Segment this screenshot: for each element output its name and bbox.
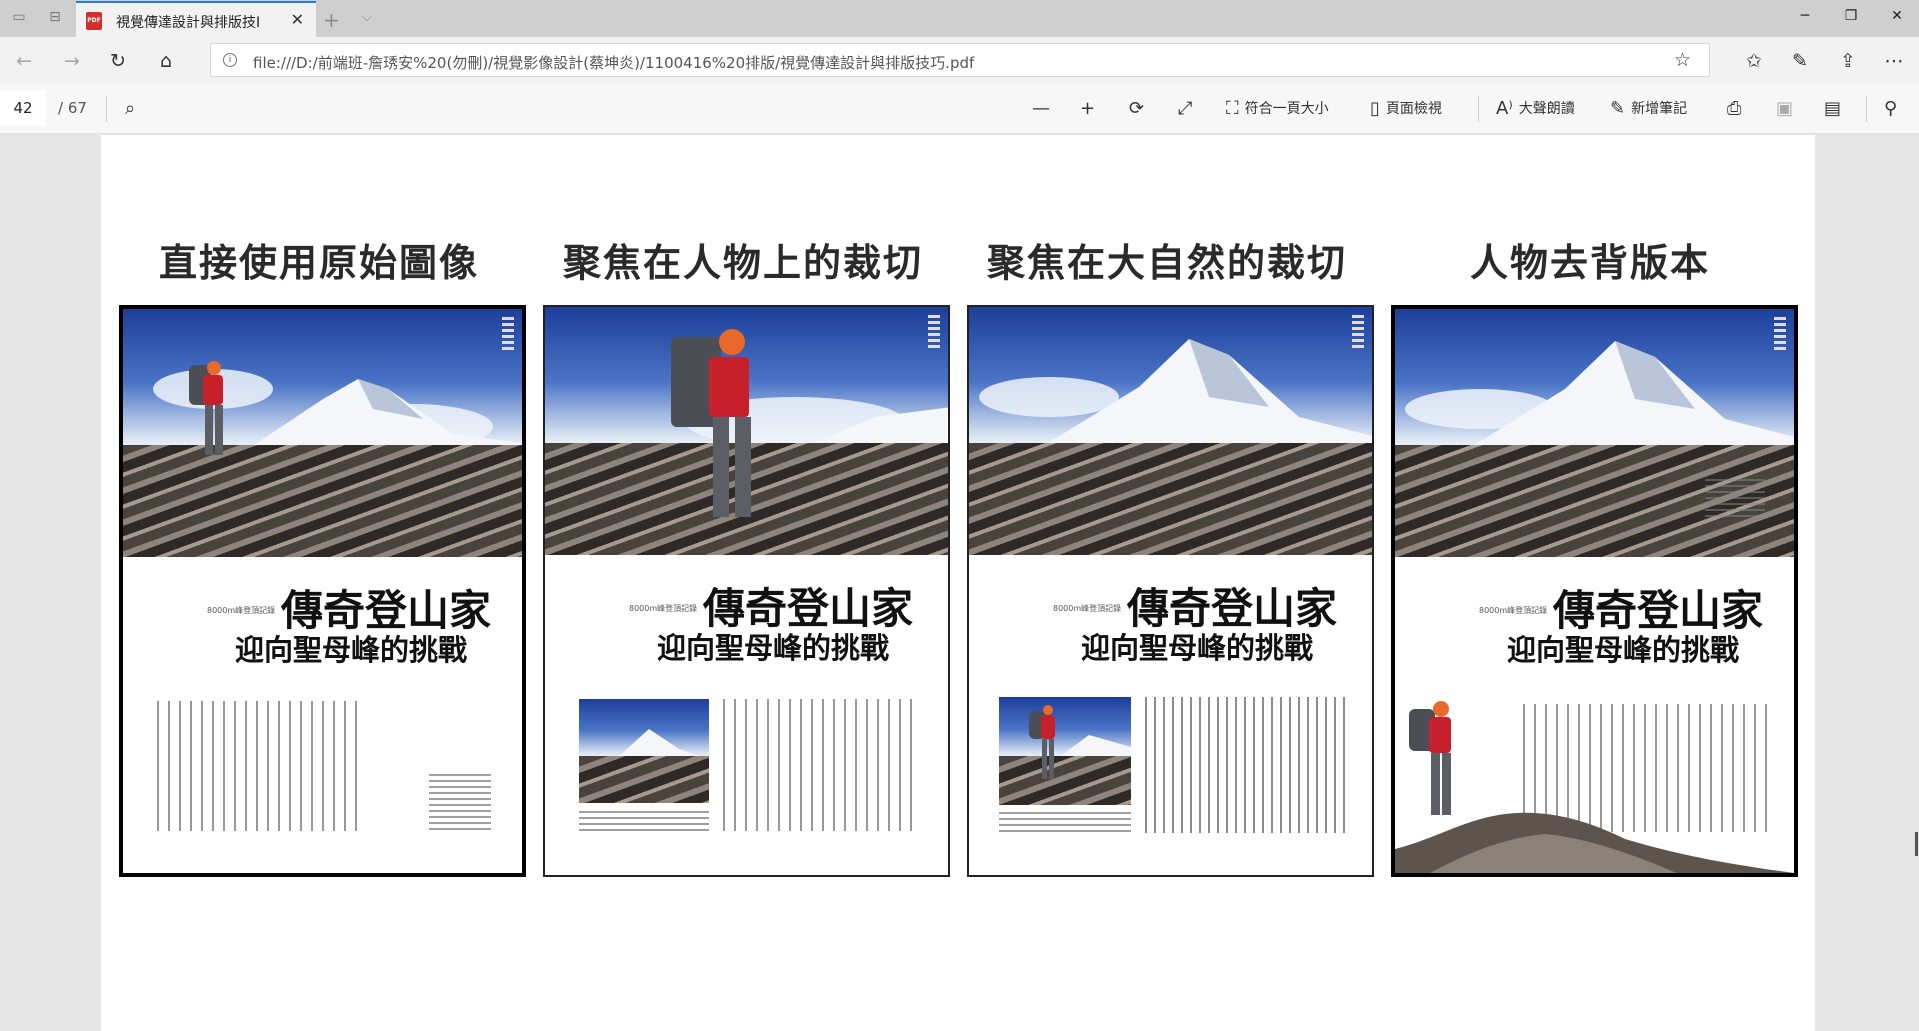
print-icon[interactable]: ⎙	[1727, 96, 1741, 122]
layout-sample-person-crop: 8000m峰登頂記錄 傳奇登山家 迎向聖母峰的挑戰	[543, 305, 950, 877]
zoom-in-icon[interactable]: +	[1080, 96, 1095, 122]
address-url[interactable]: file:///D:/前端班-詹琇安%20(勿刪)/視覺影像設計(蔡坤炎)/11…	[253, 52, 974, 73]
page-number-input[interactable]: 42	[0, 90, 46, 126]
info-icon[interactable]: i	[223, 53, 237, 67]
divider	[1478, 96, 1479, 122]
read-aloud-button[interactable]: A⁾ 大聲朗讀	[1496, 96, 1575, 122]
panel-heading: 人物去背版本	[1469, 241, 1710, 285]
page-view-label: 頁面檢視	[1385, 101, 1442, 117]
mountain-photo	[123, 309, 522, 557]
scrollbar-thumb[interactable]	[1915, 832, 1918, 856]
inset-photo	[999, 697, 1131, 805]
inset-photo	[579, 699, 709, 803]
add-notes-icon: ✎	[1610, 98, 1626, 119]
save-as-icon[interactable]: ▤	[1824, 96, 1841, 122]
fit-page-label: 符合一頁大小	[1244, 101, 1329, 117]
layout-sample-nature-crop: 8000m峰登頂記錄 傳奇登山家 迎向聖母峰的挑戰	[967, 305, 1374, 877]
mountain-photo	[969, 307, 1372, 555]
new-tab-icon[interactable]: +	[323, 8, 340, 32]
refresh-icon[interactable]: ↻	[106, 49, 130, 73]
restore-icon[interactable]: ❐	[1841, 8, 1861, 24]
tab-list-icon[interactable]: ⌵	[362, 10, 372, 25]
rotate-icon[interactable]: ⟳	[1129, 96, 1144, 122]
pdf-viewport[interactable]: 直接使用原始圖像 聚焦在人物上的裁切 聚焦在大自然的裁切 人物去背版本 8000…	[0, 135, 1919, 1031]
headline-sub: 迎向聖母峰的挑戰	[1081, 631, 1314, 665]
panel-heading: 聚焦在人物上的裁切	[562, 241, 923, 285]
body-text	[723, 699, 919, 831]
hiker-cutout	[1407, 701, 1467, 831]
favorites-icon[interactable]: ✩	[1742, 49, 1766, 73]
sets-aside-icon[interactable]: ▭	[8, 9, 30, 29]
layout-sample-cutout: 8000m峰登頂記錄 傳奇登山家 迎向聖母峰的挑戰	[1391, 305, 1798, 877]
forward-icon[interactable]: →	[60, 49, 84, 73]
home-icon[interactable]: ⌂	[154, 49, 178, 73]
page-total: / 67	[58, 99, 87, 117]
add-notes-label: 新增筆記	[1631, 101, 1688, 117]
fit-page-button[interactable]: ⛶ 符合一頁大小	[1226, 96, 1329, 122]
read-aloud-icon: A⁾	[1496, 98, 1513, 119]
favorite-star-icon[interactable]: ☆	[1674, 49, 1691, 71]
small-caption: 8000m峰登頂記錄	[629, 604, 698, 613]
headline-sub: 迎向聖母峰的挑戰	[657, 631, 890, 665]
minimize-icon[interactable]: ─	[1795, 8, 1815, 24]
small-caption: 8000m峰登頂記錄	[1479, 606, 1548, 615]
page-view-icon: ▯	[1370, 98, 1380, 119]
browser-tab[interactable]: PDF 視覺傳達設計與排版技I ✕	[76, 1, 316, 37]
more-icon[interactable]: ⋯	[1882, 49, 1906, 73]
read-aloud-label: 大聲朗讀	[1518, 101, 1575, 117]
divider	[106, 96, 107, 122]
panel-heading: 聚焦在大自然的裁切	[986, 241, 1347, 285]
side-note	[429, 774, 491, 830]
panel-heading: 直接使用原始圖像	[158, 241, 479, 285]
navigation-bar: ← → ↻ ⌂ i file:///D:/前端班-詹琇安%20(勿刪)/視覺影像…	[0, 37, 1919, 84]
overlay-text	[1705, 479, 1765, 519]
headline-sub: 迎向聖母峰的挑戰	[235, 633, 468, 667]
pen-icon[interactable]: ✎	[1788, 49, 1812, 73]
headline-sub: 迎向聖母峰的挑戰	[1507, 633, 1740, 667]
pdf-page: 直接使用原始圖像 聚焦在人物上的裁切 聚焦在大自然的裁切 人物去背版本 8000…	[101, 135, 1815, 1031]
tab-title: 視覺傳達設計與排版技I	[116, 15, 261, 31]
tab-preview-icon[interactable]: ⊟	[44, 9, 66, 29]
layout-sample-original: 8000m峰登頂記錄 傳奇登山家 迎向聖母峰的挑戰	[119, 305, 526, 877]
add-notes-button[interactable]: ✎ 新增筆記	[1610, 96, 1687, 122]
mountain-photo	[545, 307, 948, 555]
back-icon[interactable]: ←	[12, 49, 36, 73]
small-caption: 8000m峰登頂記錄	[207, 606, 276, 615]
save-icon[interactable]: ▣	[1776, 96, 1793, 122]
share-icon[interactable]: ⇪	[1836, 49, 1860, 73]
close-icon[interactable]: ✕	[291, 10, 304, 29]
body-text	[157, 701, 357, 831]
page-view-button[interactable]: ▯ 頁面檢視	[1370, 96, 1442, 122]
mountain-photo	[1395, 309, 1794, 557]
tab-strip: ▭ ⊟ PDF 視覺傳達設計與排版技I ✕ + ⌵ ─ ❐ ✕	[0, 0, 1919, 37]
search-icon[interactable]: ⌕	[125, 96, 135, 122]
pin-icon[interactable]: ⚲	[1884, 96, 1897, 122]
fullscreen-icon[interactable]: ⤢	[1178, 96, 1192, 122]
caption-text	[579, 811, 709, 833]
window-close-icon[interactable]: ✕	[1887, 8, 1907, 24]
divider	[1866, 96, 1867, 122]
body-text	[1145, 697, 1345, 833]
pdf-toolbar: 42 / 67 ⌕ — + ⟳ ⤢ ⛶ 符合一頁大小 ▯ 頁面檢視 A⁾ 大聲朗讀 ✎…	[0, 84, 1919, 134]
caption-text	[999, 812, 1131, 832]
address-bar[interactable]: i file:///D:/前端班-詹琇安%20(勿刪)/視覺影像設計(蔡坤炎)/…	[210, 43, 1710, 77]
fit-page-icon: ⛶	[1226, 98, 1239, 119]
pdf-file-icon: PDF	[86, 12, 102, 30]
zoom-out-icon[interactable]: —	[1032, 96, 1050, 122]
small-caption: 8000m峰登頂記錄	[1053, 604, 1122, 613]
